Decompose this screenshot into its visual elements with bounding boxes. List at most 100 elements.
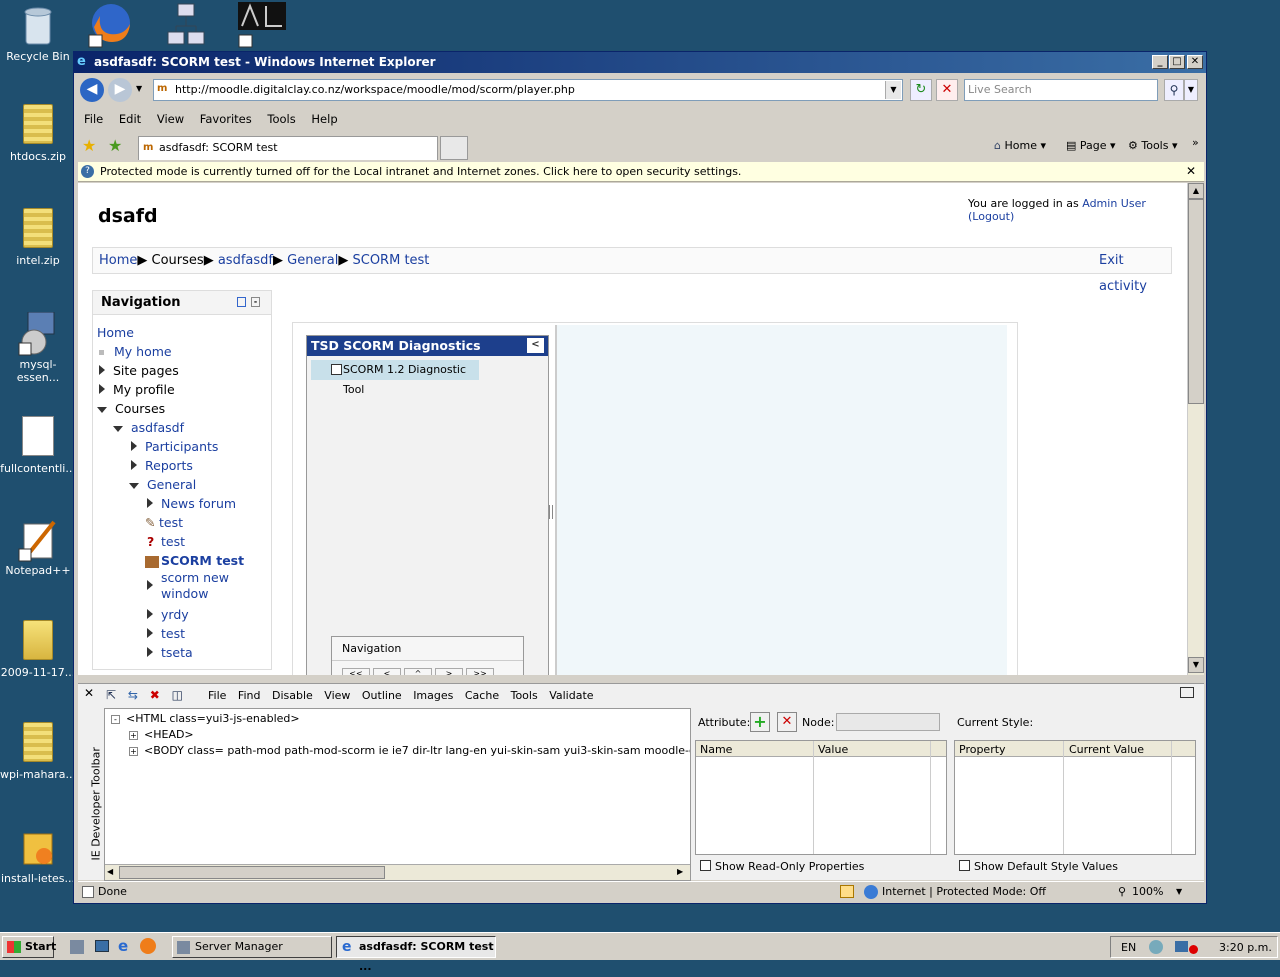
menu-view[interactable]: View [157,112,184,126]
history-dropdown-icon[interactable]: ▼ [136,84,142,93]
search-options-icon[interactable]: ▼ [1184,79,1198,101]
exit-activity-link[interactable]: Exit activity [1099,248,1171,300]
desktop-icon-folder-2009[interactable]: 2009-11-17... [0,620,76,679]
scroll-down-icon[interactable]: ▼ [1188,657,1204,673]
cmd-page[interactable]: ▤ Page ▾ [1066,139,1116,152]
devtb-menu-view[interactable]: View [324,689,350,702]
dom-hscroll-thumb[interactable] [119,866,385,879]
menu-favorites[interactable]: Favorites [200,112,252,126]
devtb-menu-cache[interactable]: Cache [465,689,499,702]
user-link[interactable]: Admin User [1082,197,1146,210]
show-readonly-checkbox[interactable] [700,860,711,871]
nav-item-general[interactable]: General [129,475,196,494]
toc-item[interactable]: SCORM 1.2 Diagnostic Tool [311,360,479,396]
cmd-home[interactable]: ⌂ Home ▾ [994,139,1046,152]
clear-icon[interactable]: ✖ [150,688,160,702]
cmd-tools[interactable]: ⚙ Tools ▾ [1128,139,1178,152]
dock-icon[interactable] [237,297,246,307]
quicklaunch-server-icon[interactable] [70,940,84,954]
col-current-value[interactable]: Current Value [1069,742,1144,757]
status-zoom[interactable]: 100% [1132,882,1163,902]
close-button[interactable]: ✕ [1187,55,1203,69]
quicklaunch-desktop-icon[interactable] [95,940,109,952]
logout-link[interactable]: (Logout) [968,210,1014,223]
dom-hscrollbar[interactable]: ◀ ▶ [105,864,690,880]
security-infobar[interactable]: ? Protected mode is currently turned off… [78,162,1204,182]
dom-node-head[interactable]: + <HEAD> [129,728,194,741]
desktop-icon-install-ietester[interactable]: install-ietes... [0,826,76,885]
nav-item-scorm-new-window[interactable]: scorm new window [147,570,229,602]
back-button[interactable]: ◀ [80,78,104,102]
nav-item-my-home[interactable]: My home [99,342,172,361]
desktop-icon-wpi-mahara[interactable]: wpi-mahara... [0,722,76,781]
devtb-menu-images[interactable]: Images [413,689,453,702]
desktop-icon-htdocs[interactable]: htdocs.zip [0,104,76,163]
select-element-icon[interactable]: ⇱ [106,688,116,702]
nav-item-news-forum[interactable]: News forum [147,494,236,513]
crumb-course[interactable]: asdfasdf [218,253,273,268]
nav-item-test-1[interactable]: ✎ test [145,513,183,532]
nav-item-my-profile[interactable]: My profile [99,380,175,399]
col-property[interactable]: Property [959,742,1006,757]
favorites-star-icon[interactable]: ★ [82,136,96,155]
zoom-dropdown-icon[interactable]: ▼ [1176,882,1182,902]
clock[interactable]: 3:20 p.m. [1219,941,1272,954]
splitter-handle[interactable] [549,505,553,519]
status-zone[interactable]: Internet | Protected Mode: Off [882,882,1046,902]
chevron-more-icon[interactable]: » [1192,136,1199,149]
show-default-checkbox[interactable] [959,860,970,871]
nav-item-home[interactable]: Home [97,323,134,342]
search-input[interactable]: Live Search [964,79,1158,101]
menu-file[interactable]: File [84,112,103,126]
forward-button[interactable]: ▶ [108,78,132,102]
quicklaunch-firefox-icon[interactable] [140,938,156,954]
crumb-home[interactable]: Home [99,253,137,268]
nav-item-participants[interactable]: Participants [131,437,218,456]
tray-network-icon[interactable] [1149,940,1163,954]
tab-active[interactable]: m asdfasdf: SCORM test [138,136,438,160]
scroll-thumb[interactable] [1188,199,1204,404]
add-attribute-icon[interactable]: + [750,712,770,732]
devtb-menu-validate[interactable]: Validate [549,689,593,702]
desktop-icon-mysql[interactable]: mysql-essen... [0,311,76,384]
nav-item-reports[interactable]: Reports [131,456,193,475]
language-indicator[interactable]: EN [1121,941,1136,954]
crumb-section[interactable]: General [287,253,338,268]
nav-item-site-pages[interactable]: Site pages [99,361,179,380]
show-default-row[interactable]: Show Default Style Values [959,860,1118,873]
scroll-right-icon[interactable]: ▶ [677,867,683,876]
maximize-button[interactable]: □ [1169,55,1185,69]
nav-next-button[interactable]: > [435,668,463,675]
refresh-dom-icon[interactable]: ⇆ [128,688,138,702]
address-dropdown-icon[interactable]: ▼ [885,81,901,99]
quicklaunch-ie-icon[interactable]: e [118,937,128,955]
app-shortcut-icon[interactable] [238,2,286,48]
nav-last-button[interactable]: >> [466,668,494,675]
nav-first-button[interactable]: << [342,668,370,675]
infobar-close-icon[interactable]: ✕ [1186,162,1196,181]
firefox-icon[interactable] [88,2,134,48]
nav-up-button[interactable]: ^ [404,668,432,675]
nav-item-test-3[interactable]: test [147,624,185,643]
collapse-icon[interactable]: - [251,297,260,307]
devtb-close-icon[interactable]: ✕ [84,686,94,700]
nav-item-course[interactable]: asdfasdf [113,418,184,437]
desktop-icon-notepadpp[interactable]: Notepad++ [0,518,76,577]
tray-alert-icon[interactable] [1189,945,1198,954]
menu-help[interactable]: Help [311,112,337,126]
new-tab-button[interactable] [440,136,468,160]
devtb-restore-icon[interactable] [1180,687,1194,698]
nav-item-tseta[interactable]: tseta [147,643,193,662]
nav-item-courses[interactable]: Courses [97,399,165,418]
desktop-icon-recycle-bin[interactable]: Recycle Bin [0,4,76,63]
minimize-button[interactable]: _ [1152,55,1168,69]
status-security-icon[interactable] [840,885,854,898]
start-button[interactable]: Start [2,936,56,958]
devtb-menu-find[interactable]: Find [238,689,261,702]
col-name[interactable]: Name [700,742,732,757]
nav-item-test-2[interactable]: ? test [147,532,185,551]
task-ie-window[interactable]: e asdfasdf: SCORM test ... [336,936,496,973]
search-icon[interactable]: ⚲ [1164,79,1184,101]
node-input[interactable] [836,713,940,731]
scroll-up-icon[interactable]: ▲ [1188,183,1204,199]
